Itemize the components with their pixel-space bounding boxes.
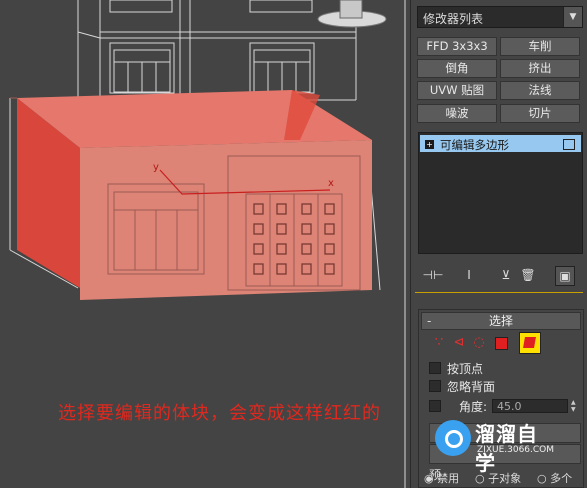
lathe-button[interactable]: 车削 xyxy=(500,37,580,56)
preview-disabled-radio[interactable]: ◉ 禁用 xyxy=(424,470,459,486)
preview-disabled-label: 禁用 xyxy=(437,472,460,485)
pin-stack-icon[interactable]: ⊣⊢ xyxy=(421,266,445,284)
perspective-viewport[interactable]: y x 选择要编辑的体块，会变成这样红红的 xyxy=(0,0,410,488)
by-angle-checkbox[interactable] xyxy=(429,400,441,412)
divider xyxy=(415,292,583,293)
stack-item-editable-poly[interactable]: + 可编辑多边形 xyxy=(420,135,581,152)
cube-icon xyxy=(563,139,575,150)
spinner-arrows-icon[interactable]: ▲ ▼ xyxy=(571,399,581,413)
modifier-list-label: 修改器列表 xyxy=(423,12,484,26)
border-mode-icon[interactable]: ◌ xyxy=(469,334,489,352)
ffd-button[interactable]: FFD 3x3x3 xyxy=(417,37,497,56)
ignore-backface-checkbox[interactable] xyxy=(429,380,441,392)
element-mode-icon[interactable] xyxy=(519,332,541,354)
chevron-down-icon[interactable]: ▼ xyxy=(563,7,582,27)
by-vertex-checkbox[interactable] xyxy=(429,362,441,374)
polygon-mode-icon[interactable] xyxy=(495,337,508,350)
selected-block[interactable] xyxy=(10,90,372,300)
make-unique-icon[interactable]: ⊻ xyxy=(497,266,515,284)
axis-y-label: y xyxy=(153,162,159,173)
watermark-url: ZIXUE.3066.COM xyxy=(477,445,555,455)
modifier-list-dropdown[interactable]: 修改器列表 ▼ xyxy=(417,6,583,28)
watermark-logo-icon xyxy=(435,420,471,456)
axis-x-label: x xyxy=(328,178,334,189)
extrude-button[interactable]: 挤出 xyxy=(500,59,580,78)
caption-text: 选择要编辑的体块，会变成这样红红的 xyxy=(58,403,381,424)
noise-button[interactable]: 噪波 xyxy=(417,104,497,123)
remove-modifier-icon[interactable]: 🗑 xyxy=(519,266,537,284)
normal-button[interactable]: 法线 xyxy=(500,81,580,100)
light-gizmo-icon[interactable] xyxy=(317,0,387,28)
configure-sets-icon[interactable]: ▣ xyxy=(555,266,575,286)
slice-button[interactable]: 切片 xyxy=(500,104,580,123)
show-end-result-icon[interactable]: Ι xyxy=(461,266,477,284)
watermark: 溜溜自学 ZIXUE.3066.COM xyxy=(435,412,555,475)
edge-mode-icon[interactable]: ⊲ xyxy=(449,334,469,352)
angle-spinner[interactable]: 45.0 xyxy=(492,399,568,413)
ignore-backface-label: 忽略背面 xyxy=(447,380,496,394)
uvw-map-button[interactable]: UVW 贴图 xyxy=(417,81,497,100)
rollout-header[interactable]: - 选择 xyxy=(421,312,581,330)
expand-icon[interactable]: + xyxy=(425,140,434,149)
modifier-stack[interactable]: + 可编辑多边形 xyxy=(418,132,583,254)
bevel-button[interactable]: 倒角 xyxy=(417,59,497,78)
rollout-title: 选择 xyxy=(488,314,513,328)
stack-item-label: 可编辑多边形 xyxy=(440,138,509,152)
vertex-mode-icon[interactable]: ∵ xyxy=(429,334,449,352)
by-vertex-label: 按顶点 xyxy=(447,362,484,376)
